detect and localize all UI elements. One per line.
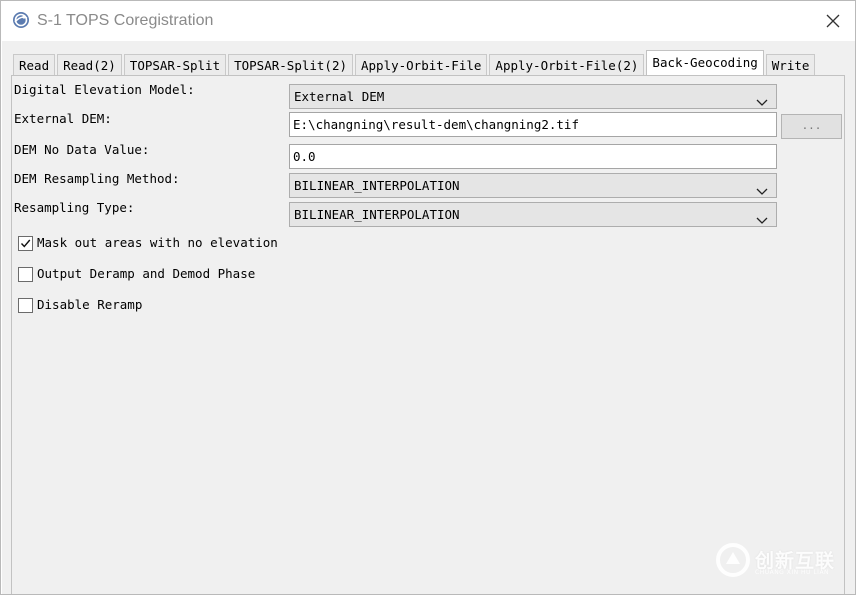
dem-resampling-select[interactable]: BILINEAR_INTERPOLATION (289, 173, 777, 198)
close-icon[interactable] (823, 11, 843, 31)
watermark-icon (716, 543, 750, 577)
resampling-type-value: BILINEAR_INTERPOLATION (294, 207, 460, 222)
tab-strip: Read Read(2) TOPSAR-Split TOPSAR-Split(2… (13, 50, 817, 75)
tab-apply-orbit-file-2[interactable]: Apply-Orbit-File(2) (489, 54, 645, 75)
window-title: S-1 TOPS Coregistration (37, 12, 214, 29)
resampling-type-select[interactable]: BILINEAR_INTERPOLATION (289, 202, 777, 227)
chevron-down-icon (756, 181, 768, 195)
tab-read-2[interactable]: Read(2) (57, 54, 122, 75)
resampling-type-row: Resampling Type: BILINEAR_INTERPOLATION (12, 199, 846, 227)
disable-reramp-checkbox-row[interactable]: Disable Reramp (18, 296, 142, 314)
dem-select-value: External DEM (294, 89, 385, 104)
browse-button[interactable]: ... (781, 114, 842, 139)
watermark-subtext: CHUANG XIN HU LIAN (755, 569, 830, 576)
output-deramp-label: Output Deramp and Demod Phase (37, 266, 256, 281)
external-dem-label: External DEM: (14, 111, 112, 126)
mask-elevation-checkbox[interactable] (18, 235, 33, 251)
tab-read[interactable]: Read (13, 54, 56, 75)
no-data-row: DEM No Data Value: 0.0 (12, 141, 846, 169)
back-geocoding-panel: Digital Elevation Model: External DEM Ex… (11, 75, 845, 594)
dialog-content: Read Read(2) TOPSAR-Split TOPSAR-Split(2… (2, 41, 855, 594)
tab-write[interactable]: Write (765, 54, 816, 75)
dem-resampling-value: BILINEAR_INTERPOLATION (294, 178, 460, 193)
snap-app-icon (12, 11, 30, 29)
mask-elevation-label: Mask out areas with no elevation (37, 235, 278, 250)
chevron-down-icon (756, 92, 768, 106)
chevron-down-icon (756, 210, 768, 224)
dialog-window: S-1 TOPS Coregistration Read Read(2) TOP… (0, 0, 856, 595)
mask-elevation-checkbox-row[interactable]: Mask out areas with no elevation (18, 234, 278, 252)
dem-label: Digital Elevation Model: (14, 82, 195, 97)
no-data-value-field[interactable]: 0.0 (289, 144, 777, 169)
tab-apply-orbit-file[interactable]: Apply-Orbit-File (355, 54, 488, 75)
resampling-type-label: Resampling Type: (14, 200, 135, 215)
checkmark-icon (20, 239, 31, 248)
tab-topsar-split[interactable]: TOPSAR-Split (123, 54, 227, 75)
disable-reramp-checkbox[interactable] (18, 297, 33, 313)
output-deramp-checkbox-row[interactable]: Output Deramp and Demod Phase (18, 265, 255, 283)
tab-topsar-split-2[interactable]: TOPSAR-Split(2) (228, 54, 353, 75)
dem-row: Digital Elevation Model: External DEM (12, 81, 846, 109)
title-bar[interactable]: S-1 TOPS Coregistration (1, 1, 855, 41)
external-dem-path-field[interactable]: E:\changning\result-dem\changning2.tif (289, 112, 777, 137)
watermark-logo: 创新互联 CHUANG XIN HU LIAN (715, 538, 845, 582)
dem-resampling-label: DEM Resampling Method: (14, 171, 180, 186)
external-dem-row: External DEM: E:\changning\result-dem\ch… (12, 110, 846, 139)
dem-resampling-row: DEM Resampling Method: BILINEAR_INTERPOL… (12, 170, 846, 198)
tab-back-geocoding[interactable]: Back-Geocoding (646, 50, 764, 75)
dem-select[interactable]: External DEM (289, 84, 777, 109)
output-deramp-checkbox[interactable] (18, 266, 33, 282)
disable-reramp-label: Disable Reramp (37, 297, 143, 312)
no-data-label: DEM No Data Value: (14, 142, 150, 157)
